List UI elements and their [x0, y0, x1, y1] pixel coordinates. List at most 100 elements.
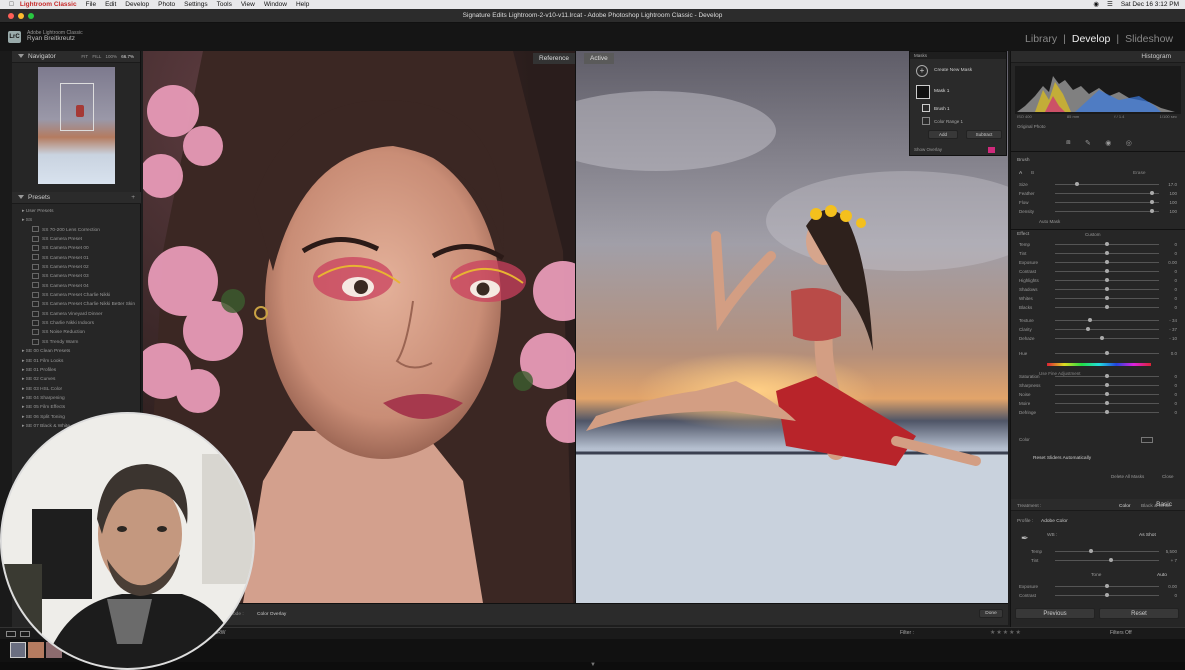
create-mask-icon[interactable]: +	[916, 65, 928, 77]
contrast-knob[interactable]	[1105, 593, 1109, 597]
tone-auto-button[interactable]: Auto	[1157, 573, 1167, 578]
crop-tool-icon[interactable]: ⧈	[1066, 139, 1070, 147]
preset-group[interactable]: ▸ SS	[12, 216, 141, 225]
color-range-label[interactable]: Color Range 1	[934, 119, 963, 124]
temp-track[interactable]	[1055, 551, 1159, 552]
effect-slider-highlights[interactable]: Highlights 0	[1019, 276, 1177, 285]
menu-window[interactable]: Window	[264, 0, 287, 9]
effect-slider-knob[interactable]	[1105, 351, 1109, 355]
preset-item[interactable]: SS Camera Preset	[12, 235, 141, 244]
effect-slider-knob[interactable]	[1105, 287, 1109, 291]
preset-item[interactable]: SS 70-200 Lens Correction	[12, 226, 141, 235]
presets-header[interactable]: Presets +	[12, 192, 141, 204]
navigator-thumbnail[interactable]	[38, 67, 115, 184]
brush-slider-density[interactable]: Density 100	[1019, 207, 1177, 216]
add-preset-icon[interactable]: +	[131, 192, 135, 204]
effect-slider-value[interactable]: 0	[1161, 276, 1177, 285]
preset-item[interactable]: SS Camera Preset 01	[12, 254, 141, 263]
histogram-chart[interactable]	[1015, 66, 1181, 114]
effect-slider-value[interactable]: 0	[1161, 240, 1177, 249]
contrast-value[interactable]: 0	[1161, 591, 1177, 600]
histogram-header[interactable]: Histogram	[1011, 51, 1185, 63]
reset-button[interactable]: Reset	[1099, 608, 1179, 619]
color-swatch[interactable]	[1141, 437, 1153, 443]
masks-title[interactable]: Masks	[910, 52, 1006, 59]
effect-slider-knob[interactable]	[1100, 336, 1104, 340]
preset-item[interactable]: SS Camera Vineyard Dinner	[12, 310, 141, 319]
original-photo-checkbox[interactable]: Original Photo	[1017, 124, 1046, 129]
menu-file[interactable]: File	[86, 0, 96, 9]
done-button[interactable]: Done	[979, 609, 1003, 618]
effect-slider-value[interactable]: 0	[1161, 372, 1177, 381]
healing-tool-icon[interactable]: ✎	[1085, 139, 1091, 147]
effect-slider-knob[interactable]	[1105, 392, 1109, 396]
preset-group[interactable]: ▸ SE 03 HSL Color	[12, 385, 141, 394]
preset-item[interactable]: SS Camera Preset 03	[12, 272, 141, 281]
brush-b[interactable]: B	[1031, 171, 1034, 176]
exposure-knob[interactable]	[1105, 584, 1109, 588]
preset-group[interactable]: ▸ SE 01 Film Looks	[12, 357, 141, 366]
filmstrip-thumb[interactable]	[28, 642, 44, 658]
wifi-icon[interactable]: ◉	[1093, 0, 1099, 9]
mask1-label[interactable]: Mask 1	[934, 89, 949, 94]
effect-slider-knob[interactable]	[1105, 242, 1109, 246]
module-develop[interactable]: Develop	[1072, 33, 1111, 45]
effect-slider-knob[interactable]	[1105, 260, 1109, 264]
effect-slider-track[interactable]	[1055, 329, 1159, 330]
effect-slider-dehaze[interactable]: Dehaze - 10	[1019, 334, 1177, 343]
treatment-bw[interactable]: Black & White	[1141, 504, 1171, 509]
exposure-slider[interactable]: Exposure 0.00	[1019, 582, 1177, 591]
brush-slider-size[interactable]: Size 17.0	[1019, 180, 1177, 189]
temp-slider[interactable]: Temp 5,500	[1019, 547, 1177, 556]
effect-preset-select[interactable]: Custom	[1085, 232, 1101, 237]
navigator-header[interactable]: Navigator FIT FILL 100% 66.7%	[12, 51, 140, 63]
module-library[interactable]: Library	[1025, 33, 1057, 45]
menu-app-name[interactable]: Lightroom Classic	[20, 0, 77, 9]
menu-settings[interactable]: Settings	[184, 0, 208, 9]
brush-a[interactable]: A	[1019, 171, 1022, 176]
preset-item[interactable]: SS Camera Preset Charlie Nikki	[12, 291, 141, 300]
preset-item[interactable]: SS Charlie Nikki Indoors	[12, 319, 141, 328]
brush-slider-value[interactable]: 100	[1161, 207, 1177, 216]
preset-group[interactable]: ▸ SE 00 Clean Presets	[12, 347, 141, 356]
temp-knob[interactable]	[1089, 549, 1093, 553]
delete-all-masks-button[interactable]: Delete All Masks	[1111, 474, 1144, 479]
brush-slider-flow[interactable]: Flow 100	[1019, 198, 1177, 207]
preset-item[interactable]: SS Camera Preset 02	[12, 263, 141, 272]
preset-group[interactable]: ▸ SE 01 Profiles	[12, 366, 141, 375]
module-slideshow[interactable]: Slideshow	[1125, 33, 1173, 45]
effect-slider-value[interactable]: 0	[1161, 249, 1177, 258]
preset-item[interactable]: SS Camera Preset Charlie Nikki Better Sk…	[12, 300, 141, 309]
preset-item[interactable]: SS Camera Preset 04	[12, 282, 141, 291]
effect-slider-defringe[interactable]: Defringe 0	[1019, 408, 1177, 417]
effect-slider-knob[interactable]	[1105, 269, 1109, 273]
effect-slider-value[interactable]: 0	[1161, 408, 1177, 417]
mask-add-button[interactable]: Add	[928, 130, 958, 139]
previous-button[interactable]: Previous	[1015, 608, 1095, 619]
brush-slider-value[interactable]: 100	[1161, 189, 1177, 198]
rating-filter[interactable]: ★★★★★	[990, 629, 1022, 636]
tint-value[interactable]: + 7	[1161, 556, 1177, 565]
zoom-fit[interactable]: FIT	[81, 54, 88, 59]
effect-slider-knob[interactable]	[1105, 383, 1109, 387]
brush-slider-value[interactable]: 100	[1161, 198, 1177, 207]
wb-select[interactable]: As Shot	[1139, 533, 1156, 538]
effect-slider-track[interactable]	[1055, 338, 1159, 339]
effect-slider-texture[interactable]: Texture - 34	[1019, 316, 1177, 325]
brush1-label[interactable]: Brush 1	[934, 106, 950, 111]
effect-slider-temp[interactable]: Temp 0	[1019, 240, 1177, 249]
menu-clock[interactable]: Sat Dec 16 3:12 PM	[1121, 0, 1179, 9]
effect-slider-knob[interactable]	[1105, 296, 1109, 300]
mask1-thumb[interactable]	[916, 85, 930, 99]
effect-slider-value[interactable]: 0	[1161, 285, 1177, 294]
menu-tools[interactable]: Tools	[217, 0, 232, 9]
tint-slider[interactable]: Tint + 7	[1019, 556, 1177, 565]
effect-slider-whites[interactable]: Whites 0	[1019, 294, 1177, 303]
zoom-fill[interactable]: FILL	[92, 54, 101, 59]
effect-slider-value[interactable]: 0	[1161, 294, 1177, 303]
effect-slider-value[interactable]: - 37	[1161, 325, 1177, 334]
effect-slider-knob[interactable]	[1105, 374, 1109, 378]
effect-slider-value[interactable]: 0	[1161, 267, 1177, 276]
brush-icon[interactable]	[922, 104, 930, 112]
brush-slider-feather[interactable]: Feather 100	[1019, 189, 1177, 198]
